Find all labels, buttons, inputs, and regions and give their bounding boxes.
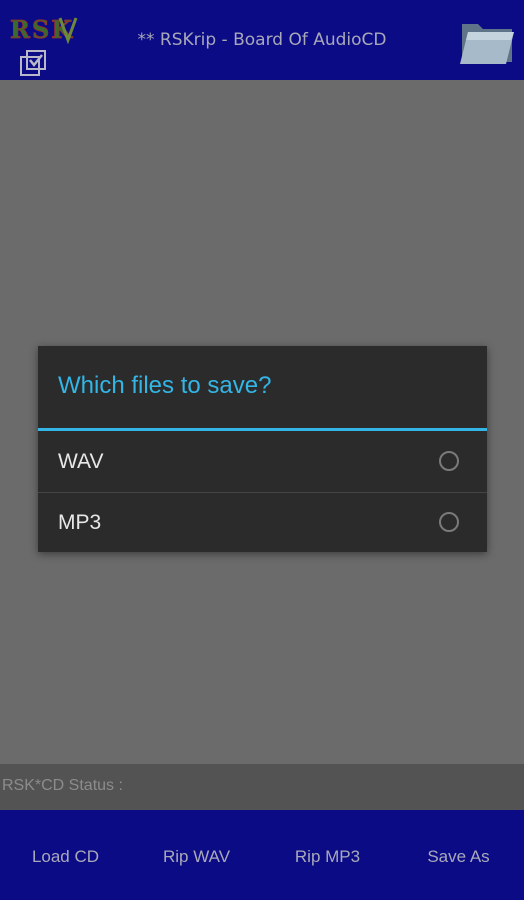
save-files-dialog: Which files to save? WAV MP3 <box>38 346 487 552</box>
app-title: ** RSKrip - Board Of AudioCD <box>137 30 387 50</box>
rip-mp3-button[interactable]: Rip MP3 <box>262 843 393 867</box>
radio-button-icon[interactable] <box>439 512 459 532</box>
status-bar: RSK*CD Status : <box>0 764 524 810</box>
option-wav[interactable]: WAV <box>38 432 487 492</box>
status-label: RSK*CD Status : <box>2 777 123 794</box>
option-mp3[interactable]: MP3 <box>38 493 487 553</box>
load-cd-button[interactable]: Load CD <box>0 843 131 867</box>
option-label: MP3 <box>58 511 102 534</box>
bottom-toolbar: Load CD Rip WAV Rip MP3 Save As <box>0 810 524 900</box>
rip-wav-button[interactable]: Rip WAV <box>131 843 262 867</box>
checkbox-icon[interactable] <box>18 48 50 80</box>
option-label: WAV <box>58 450 104 473</box>
radio-button-icon[interactable] <box>439 451 459 471</box>
folder-icon[interactable] <box>456 10 518 70</box>
app-header: RSK ** RSKrip - Board Of AudioCD <box>0 0 524 80</box>
dialog-title: Which files to save? <box>58 372 272 399</box>
dialog-title-divider <box>38 428 487 431</box>
save-as-button[interactable]: Save As <box>393 843 524 867</box>
